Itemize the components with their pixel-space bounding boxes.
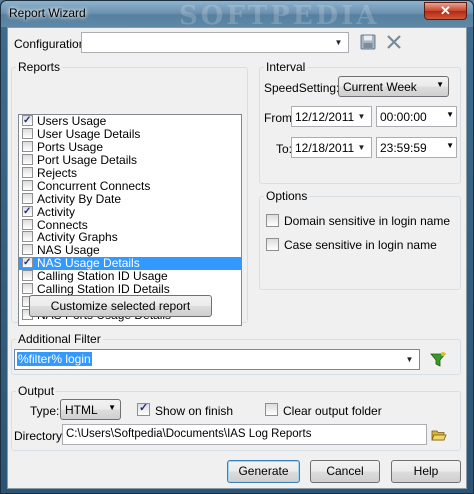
from-time-field[interactable]: 00:00:00 ▼ bbox=[376, 106, 457, 127]
to-label: To: bbox=[276, 142, 293, 156]
show-on-finish-label: Show on finish bbox=[155, 404, 234, 418]
type-label: Type: bbox=[30, 404, 60, 418]
output-group-title: Output bbox=[16, 384, 57, 398]
show-on-finish-checkbox[interactable] bbox=[137, 401, 150, 416]
directory-value: C:\Users\Softpedia\Documents\IAS Log Rep… bbox=[66, 428, 312, 440]
report-label: Ports Usage bbox=[37, 139, 104, 154]
domain-sensitive-checkbox[interactable] bbox=[266, 214, 279, 227]
chevron-down-icon: ▼ bbox=[446, 141, 454, 150]
report-label: Calling Station ID Usage bbox=[37, 269, 168, 284]
dialog-client-area: Configuration ▼ Reports Users UsageUser … bbox=[7, 27, 467, 489]
output-type-value: HTML bbox=[65, 403, 98, 417]
to-time-value: 23:59:59 bbox=[380, 141, 427, 155]
from-time-value: 00:00:00 bbox=[380, 110, 427, 124]
report-label: User Usage Details bbox=[37, 126, 141, 141]
to-time-field[interactable]: 23:59:59 ▼ bbox=[376, 137, 457, 158]
report-label: Activity By Date bbox=[37, 191, 122, 206]
from-date-value: 12/12/2011 bbox=[295, 110, 355, 124]
to-date-value: 12/18/2011 bbox=[295, 141, 355, 155]
chevron-down-icon: ▼ bbox=[405, 355, 414, 364]
output-type-select[interactable]: HTML ▼ bbox=[60, 399, 121, 420]
cancel-button[interactable]: Cancel bbox=[310, 460, 380, 483]
floppy-disk-icon[interactable] bbox=[360, 34, 376, 50]
report-checkbox[interactable] bbox=[22, 115, 33, 127]
directory-field[interactable]: C:\Users\Softpedia\Documents\IAS Log Rep… bbox=[62, 424, 427, 445]
clear-output-folder-checkbox[interactable] bbox=[265, 403, 278, 416]
window-title: Report Wizard bbox=[9, 6, 86, 20]
options-group-title: Options bbox=[264, 189, 310, 203]
configuration-combo[interactable]: ▼ bbox=[81, 32, 349, 53]
report-label: Connects bbox=[37, 217, 88, 232]
domain-sensitive-label: Domain sensitive in login name bbox=[284, 214, 451, 228]
report-label: Activity bbox=[37, 204, 76, 219]
case-sensitive-checkbox[interactable] bbox=[266, 238, 279, 251]
speed-setting-select[interactable]: Current Week ▼ bbox=[338, 76, 449, 97]
report-checkbox[interactable] bbox=[22, 283, 33, 295]
options-group: Options Domain sensitive in login name C… bbox=[259, 189, 461, 290]
chevron-down-icon: ▼ bbox=[357, 112, 366, 121]
filter-value: %filter% login bbox=[17, 352, 92, 366]
report-label: Users Usage bbox=[37, 114, 107, 128]
chevron-down-icon: ▼ bbox=[334, 38, 343, 47]
report-label: Port Usage Details bbox=[37, 152, 138, 167]
help-button[interactable]: Help bbox=[391, 460, 461, 483]
report-checkbox[interactable] bbox=[22, 127, 33, 139]
report-checkbox[interactable] bbox=[22, 179, 33, 191]
report-checkbox[interactable] bbox=[22, 153, 33, 165]
report-label: Concurrent Connects bbox=[37, 178, 151, 193]
customize-report-button[interactable]: Customize selected report bbox=[29, 295, 212, 317]
report-checkbox[interactable] bbox=[22, 140, 33, 152]
chevron-down-icon: ▼ bbox=[436, 80, 444, 89]
x-delete-icon[interactable] bbox=[386, 34, 402, 50]
chevron-down-icon: ▼ bbox=[108, 403, 116, 412]
reports-group: Reports Users UsageUser Usage DetailsPor… bbox=[11, 60, 248, 326]
report-checkbox[interactable] bbox=[22, 256, 33, 269]
filter-input[interactable]: %filter% login ▼ bbox=[14, 349, 420, 370]
generate-button[interactable]: Generate bbox=[227, 460, 300, 483]
configuration-label: Configuration bbox=[14, 37, 86, 51]
close-button[interactable]: ✕ bbox=[424, 2, 467, 20]
case-sensitive-label: Case sensitive in login name bbox=[284, 238, 437, 252]
filter-group-title: Additional Filter bbox=[16, 332, 103, 346]
report-checkbox[interactable] bbox=[22, 231, 33, 243]
report-wizard-window: Report Wizard SOFTPEDIA ✕ Configuration … bbox=[0, 0, 474, 494]
speed-setting-label: SpeedSetting: bbox=[264, 81, 340, 95]
report-checkbox[interactable] bbox=[22, 218, 33, 230]
report-label: NAS Usage bbox=[37, 243, 100, 258]
title-bar[interactable]: Report Wizard SOFTPEDIA ✕ bbox=[1, 1, 473, 31]
report-checkbox[interactable] bbox=[22, 270, 33, 282]
from-date-picker[interactable]: 12/12/2011 ▼ bbox=[291, 106, 372, 127]
report-label: Rejects bbox=[37, 165, 78, 180]
report-checkbox[interactable] bbox=[22, 205, 33, 218]
directory-label: Directory: bbox=[14, 429, 66, 443]
to-date-picker[interactable]: 12/18/2011 ▼ bbox=[291, 137, 372, 158]
report-label: Activity Graphs bbox=[37, 230, 118, 245]
open-folder-icon[interactable] bbox=[431, 427, 447, 443]
speed-setting-value: Current Week bbox=[343, 80, 417, 94]
chevron-down-icon: ▼ bbox=[446, 110, 454, 119]
report-checkbox[interactable] bbox=[22, 166, 33, 178]
interval-group-title: Interval bbox=[264, 60, 308, 74]
report-checkbox[interactable] bbox=[22, 192, 33, 204]
interval-group: Interval SpeedSetting: Current Week ▼ Fr… bbox=[259, 60, 461, 184]
reports-group-title: Reports bbox=[16, 60, 63, 74]
report-label: NAS Usage Details bbox=[37, 256, 140, 271]
chevron-down-icon: ▼ bbox=[357, 143, 366, 152]
clear-output-folder-label: Clear output folder bbox=[283, 404, 382, 418]
funnel-icon[interactable] bbox=[429, 351, 447, 369]
report-checkbox[interactable] bbox=[22, 244, 33, 256]
